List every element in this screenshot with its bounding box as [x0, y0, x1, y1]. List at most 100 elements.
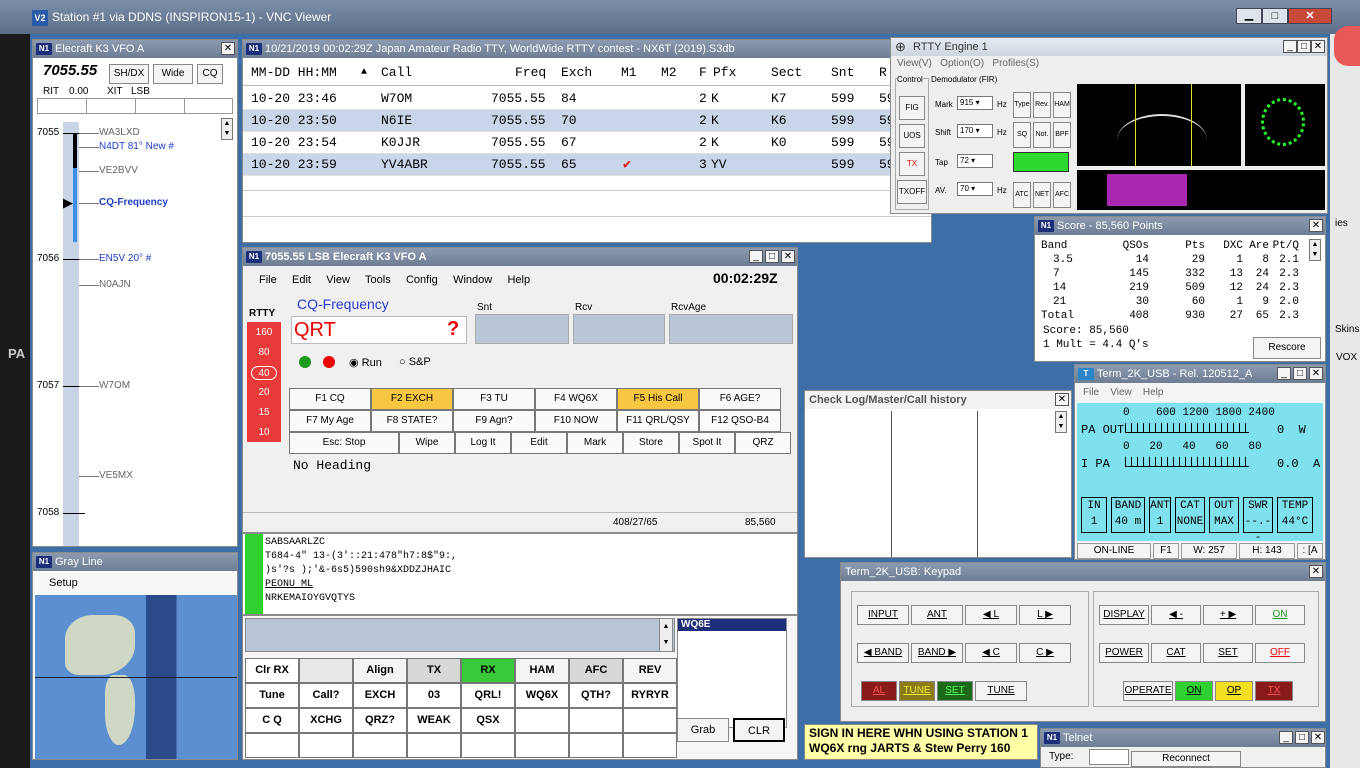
telnet-close-button[interactable]: ✕ [1311, 731, 1325, 744]
macro-button[interactable]: 03 [407, 683, 461, 708]
menu-edit[interactable]: Edit [292, 274, 311, 286]
rcv-input[interactable] [573, 314, 665, 344]
tap-select[interactable]: 72 ▾ [957, 154, 993, 168]
checklog-scrollbar[interactable]: ▲ ▼ [1055, 411, 1067, 433]
macro-button-empty[interactable] [353, 733, 407, 758]
macro-button[interactable]: HAM [515, 658, 569, 683]
bandmap-spot[interactable]: W7OM [99, 380, 130, 391]
macro-button[interactable]: AFC [569, 658, 623, 683]
fkey-button[interactable]: F6 AGE? [699, 388, 781, 410]
rtty-minimize-button[interactable]: _ [1283, 40, 1297, 53]
fkey-button[interactable]: F11 QRL/QSY [617, 410, 699, 432]
rtty-atc-button[interactable]: ATC [1013, 182, 1031, 208]
band-level-80[interactable]: 80 [251, 346, 277, 360]
call-input[interactable]: QRT [291, 316, 467, 344]
rtty-maximize-button[interactable]: □ [1297, 40, 1311, 53]
fkey-button[interactable]: F8 STATE? [371, 410, 453, 432]
fkey-button[interactable]: F7 My Age [289, 410, 371, 432]
macro-button[interactable]: WEAK [407, 708, 461, 733]
telnet-maximize-button[interactable]: □ [1295, 731, 1309, 744]
keypad-button[interactable]: BAND ▶ [911, 643, 963, 663]
action-button[interactable]: Spot It [679, 432, 735, 454]
macro-button[interactable]: WQ6X [515, 683, 569, 708]
term-menu-help[interactable]: Help [1143, 387, 1164, 398]
telnet-type-input[interactable] [1089, 749, 1129, 765]
keypad-button[interactable]: L ▶ [1019, 605, 1071, 625]
keypad-button[interactable]: INPUT [857, 605, 909, 625]
macro-button-empty[interactable] [461, 733, 515, 758]
macro-button[interactable]: RX [461, 658, 515, 683]
band-level-40[interactable]: 40 [251, 366, 277, 380]
macro-button-empty[interactable] [623, 733, 677, 758]
macro-button[interactable]: EXCH [353, 683, 407, 708]
telnet-minimize-button[interactable]: _ [1279, 731, 1293, 744]
menu-config[interactable]: Config [406, 274, 438, 286]
rtty-sq-button[interactable]: SQ [1013, 122, 1031, 148]
bandmap-scrollbar[interactable]: ▲ ▼ [221, 118, 233, 140]
keypad-button[interactable]: ON [1255, 605, 1305, 625]
action-button[interactable]: Edit [511, 432, 567, 454]
macro-button-empty[interactable] [245, 733, 299, 758]
macro-button-empty[interactable] [515, 733, 569, 758]
term-menu-file[interactable]: File [1083, 387, 1099, 398]
macro-button[interactable]: Call? [299, 683, 353, 708]
keypad-button[interactable]: SET [937, 681, 973, 701]
fkey-button[interactable]: F3 TU [453, 388, 535, 410]
keypad-button[interactable]: DISPLAY [1099, 605, 1149, 625]
macro-button[interactable] [299, 658, 353, 683]
macro-button[interactable]: Align [353, 658, 407, 683]
action-button[interactable]: Mark [567, 432, 623, 454]
rtty-close-button[interactable]: ✕ [1311, 40, 1325, 53]
macro-button-empty[interactable] [407, 733, 461, 758]
fkey-button[interactable]: F2 EXCH [371, 388, 453, 410]
vnc-minimize-button[interactable]: ▁ [1236, 8, 1262, 24]
macro-button[interactable]: QSX [461, 708, 515, 733]
menu-view[interactable]: View [326, 274, 350, 286]
keypad-button[interactable]: ◀ - [1151, 605, 1201, 625]
macro-button[interactable]: QTH? [569, 683, 623, 708]
log-row[interactable]: 10-20 23:59 YV4ABR 7055.55 65 ✔ 3 YV 599 59 [243, 154, 931, 176]
keypad-button[interactable]: ◀ L [965, 605, 1017, 625]
rtty-net-button[interactable]: NET [1033, 182, 1051, 208]
fkey-button[interactable]: F12 QSO-B4 [699, 410, 781, 432]
fkey-button[interactable]: F5 His Call [617, 388, 699, 410]
keypad-button[interactable]: TX [1255, 681, 1293, 701]
keypad-button[interactable]: AL [861, 681, 897, 701]
macro-button[interactable]: XCHG [299, 708, 353, 733]
shdx-button[interactable]: SH/DX [109, 64, 149, 84]
entry-minimize-button[interactable]: _ [749, 250, 763, 263]
col-m2[interactable]: M2 [661, 60, 677, 86]
macro-button[interactable]: TX [407, 658, 461, 683]
action-button[interactable]: Esc: Stop [289, 432, 399, 454]
wide-button[interactable]: Wide [153, 64, 193, 84]
keypad-button[interactable]: CAT [1151, 643, 1201, 663]
macro-button[interactable] [569, 708, 623, 733]
col-snt[interactable]: Snt [831, 60, 854, 86]
keypad-close-button[interactable]: ✕ [1309, 565, 1323, 578]
vnc-maximize-button[interactable]: □ [1262, 8, 1288, 24]
band-level-15[interactable]: 15 [251, 406, 277, 420]
bandmap-close-button[interactable]: ✕ [221, 42, 235, 55]
bandmap-spot[interactable]: CQ-Frequency [99, 197, 168, 208]
col-pfx[interactable]: Pfx [713, 60, 736, 86]
macro-button-empty[interactable] [569, 733, 623, 758]
macro-button[interactable]: REV [623, 658, 677, 683]
macro-button[interactable]: QRL! [461, 683, 515, 708]
bandmap-spot[interactable]: VE5MX [99, 470, 133, 481]
fkey-button[interactable]: F9 Agn? [453, 410, 535, 432]
log-row[interactable]: 10-20 23:50 N6IE 7055.55 70 2 K K6 599 59 [243, 110, 931, 132]
rtty-type-button[interactable]: Type [1013, 92, 1031, 118]
tx-button[interactable]: TX [899, 152, 925, 176]
rtty-not-button[interactable]: Not. [1033, 122, 1051, 148]
band-level-10[interactable]: 10 [251, 426, 277, 440]
cq-button[interactable]: CQ [197, 64, 223, 84]
grab-button[interactable]: Grab [677, 718, 729, 742]
tx-scrollbar[interactable]: ▲ ▼ [659, 618, 673, 652]
menu-file[interactable]: File [259, 274, 277, 286]
bandmap-spot[interactable]: VE2BVV [99, 165, 138, 176]
keypad-button[interactable]: ANT [911, 605, 963, 625]
snt-input[interactable] [475, 314, 569, 344]
action-button[interactable]: Wipe [399, 432, 455, 454]
action-button[interactable]: Log It [455, 432, 511, 454]
macro-button[interactable]: Clr RX [245, 658, 299, 683]
